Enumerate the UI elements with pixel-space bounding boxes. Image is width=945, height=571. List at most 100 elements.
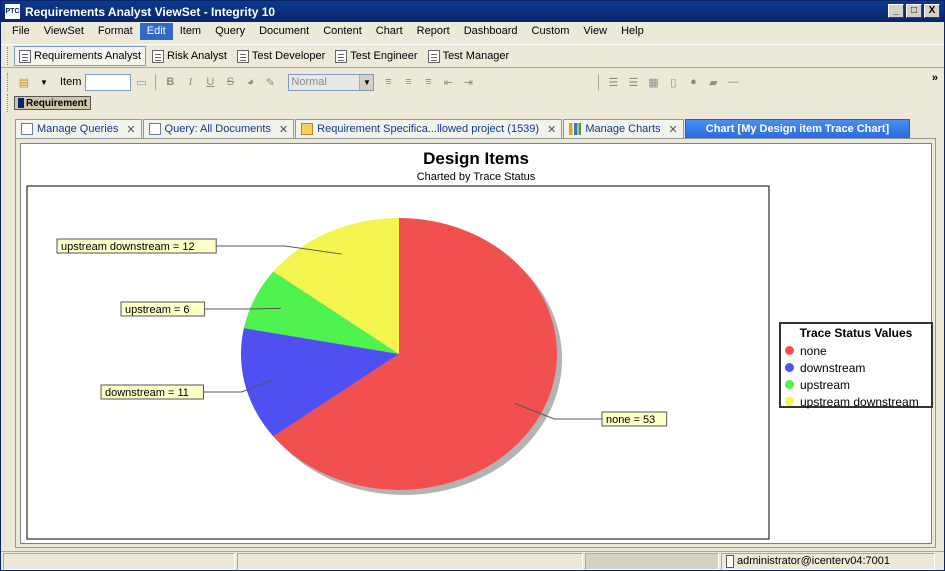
pie-slices — [241, 218, 557, 490]
perspective-test-manager[interactable]: Test Manager — [424, 46, 514, 66]
perspective-risk-analyst[interactable]: Risk Analyst — [148, 46, 231, 66]
chart-panel: Design Items Charted by Trace Status non… — [20, 143, 933, 544]
status-cell-message — [3, 552, 235, 570]
chart-legend: Trace Status Values none downstream upst… — [779, 322, 933, 409]
horizontal-rule-icon[interactable]: — — [725, 74, 741, 90]
underline-icon[interactable]: U — [202, 74, 218, 90]
legend-swatch — [785, 397, 794, 406]
italic-icon[interactable]: I — [182, 74, 198, 90]
toolbar-overflow-icon[interactable]: » — [932, 72, 938, 84]
outdent-icon[interactable]: ⇤ — [440, 74, 456, 90]
new-item-icon[interactable]: ▤ — [16, 74, 32, 90]
menu-view[interactable]: View — [576, 23, 614, 40]
align-left-icon[interactable]: ≡ — [380, 74, 396, 90]
close-tab-icon[interactable]: ✕ — [279, 123, 288, 136]
menu-viewset[interactable]: ViewSet — [37, 23, 91, 40]
menu-format[interactable]: Format — [91, 23, 140, 40]
format-toolbar: ▤ ▼ Item ▭ B I U S ◕ ✎ Normal ▼ ≡ ≡ ≡ ⇤ … — [1, 70, 944, 94]
legend-label: downstream — [800, 360, 866, 375]
close-tab-icon[interactable]: ✕ — [547, 123, 556, 136]
highlight-icon[interactable]: ✎ — [262, 74, 278, 90]
viewset-icon — [19, 49, 31, 63]
menu-report[interactable]: Report — [410, 23, 457, 40]
ptc-logo-icon: PTC — [5, 4, 20, 19]
perspective-test-developer[interactable]: Test Developer — [233, 46, 329, 66]
bullet-list-icon[interactable]: ☰ — [625, 74, 641, 90]
legend-label: upstream downstream — [800, 394, 919, 409]
toolbar-grip[interactable] — [7, 47, 10, 65]
tab-query-all-documents[interactable]: Query: All Documents ✕ — [142, 119, 295, 138]
perspective-test-engineer[interactable]: Test Engineer — [331, 46, 421, 66]
menu-file[interactable]: File — [5, 23, 37, 40]
insert-link-icon[interactable]: ● — [685, 74, 701, 90]
app-window: PTC Requirements Analyst ViewSet - Integ… — [0, 0, 945, 571]
tab-label: Query: All Documents — [164, 123, 271, 135]
menu-dashboard[interactable]: Dashboard — [457, 23, 525, 40]
menu-custom[interactable]: Custom — [525, 23, 577, 40]
title-bar: PTC Requirements Analyst ViewSet - Integ… — [1, 1, 944, 22]
requirement-type-button[interactable]: Requirement — [14, 96, 92, 110]
close-tab-icon[interactable]: ✕ — [669, 123, 678, 136]
toolbar-separator — [598, 74, 600, 90]
legend-swatch — [785, 346, 794, 355]
tab-manage-queries[interactable]: Manage Queries ✕ — [15, 119, 142, 138]
perspective-requirements-analyst[interactable]: Requirements Analyst — [14, 46, 146, 66]
bar-chart-icon — [569, 123, 582, 135]
legend-label: none — [800, 343, 827, 358]
chevron-down-icon: ▼ — [359, 74, 374, 90]
insert-image-icon[interactable]: ▦ — [645, 74, 661, 90]
tab-requirement-specification[interactable]: Requirement Specifica...llowed project (… — [295, 119, 563, 138]
tab-manage-charts[interactable]: Manage Charts ✕ — [563, 119, 684, 138]
go-to-item-icon[interactable]: ▭ — [133, 74, 149, 90]
text-color-icon[interactable]: ◕ — [242, 74, 258, 90]
query-icon — [21, 123, 33, 135]
align-center-icon[interactable]: ≡ — [400, 74, 416, 90]
paragraph-style-value: Normal — [291, 75, 327, 88]
tab-label: Manage Queries — [37, 123, 119, 135]
close-tab-icon[interactable]: ✕ — [126, 123, 135, 136]
numbered-list-icon[interactable]: ☰ — [605, 74, 621, 90]
attachment-icon[interactable]: ▯ — [665, 74, 681, 90]
window-title: Requirements Analyst ViewSet - Integrity… — [25, 5, 276, 19]
chart-view: Design Items Charted by Trace Status non… — [15, 138, 936, 548]
legend-swatch — [785, 380, 794, 389]
indent-icon[interactable]: ⇥ — [460, 74, 476, 90]
menu-content[interactable]: Content — [316, 23, 369, 40]
menu-help[interactable]: Help — [614, 23, 651, 40]
document-icon — [148, 123, 161, 135]
legend-title: Trace Status Values — [799, 326, 913, 340]
toolbar-separator — [155, 74, 157, 90]
maximize-button[interactable]: □ — [906, 4, 922, 18]
viewset-icon — [335, 49, 348, 63]
perspective-toolbar: Requirements Analyst Risk Analyst Test D… — [1, 44, 944, 68]
menu-query[interactable]: Query — [208, 23, 252, 40]
status-cell-progress — [585, 552, 719, 570]
window-controls: _ □ X — [888, 4, 940, 18]
bold-icon[interactable]: B — [162, 74, 178, 90]
tab-chart-design-item-trace[interactable]: Chart [My Design item Trace Chart] — [684, 119, 911, 138]
align-right-icon[interactable]: ≡ — [420, 74, 436, 90]
legend-item-none: none — [785, 342, 927, 359]
menu-bar: File ViewSet Format Edit Item Query Docu… — [1, 22, 944, 41]
perspective-label: Requirements Analyst — [34, 50, 141, 62]
item-id-input[interactable] — [85, 73, 132, 91]
menu-edit[interactable]: Edit — [139, 23, 173, 40]
item-label: Item — [60, 76, 82, 88]
viewset-icon — [152, 49, 164, 63]
tab-label: Manage Charts — [585, 123, 661, 135]
dropdown-arrow-icon[interactable]: ▼ — [36, 74, 52, 90]
legend-item-upstream: upstream — [785, 376, 927, 393]
minimize-button[interactable]: _ — [888, 4, 904, 18]
status-user: administrator@icenterv04:7001 — [721, 552, 935, 570]
toolbar-grip[interactable] — [7, 73, 10, 91]
toolbar-grip[interactable] — [7, 94, 10, 112]
slice-label-none: none = 53 — [606, 414, 655, 426]
close-button[interactable]: X — [924, 4, 940, 18]
menu-item[interactable]: Item — [173, 23, 208, 40]
strikethrough-icon[interactable]: S — [222, 74, 238, 90]
paragraph-style-select[interactable]: Normal ▼ — [288, 73, 375, 91]
slice-label-downstream: downstream = 11 — [105, 387, 189, 399]
menu-document[interactable]: Document — [252, 23, 316, 40]
menu-chart[interactable]: Chart — [369, 23, 410, 40]
insert-table-icon[interactable]: ▰ — [705, 74, 721, 90]
